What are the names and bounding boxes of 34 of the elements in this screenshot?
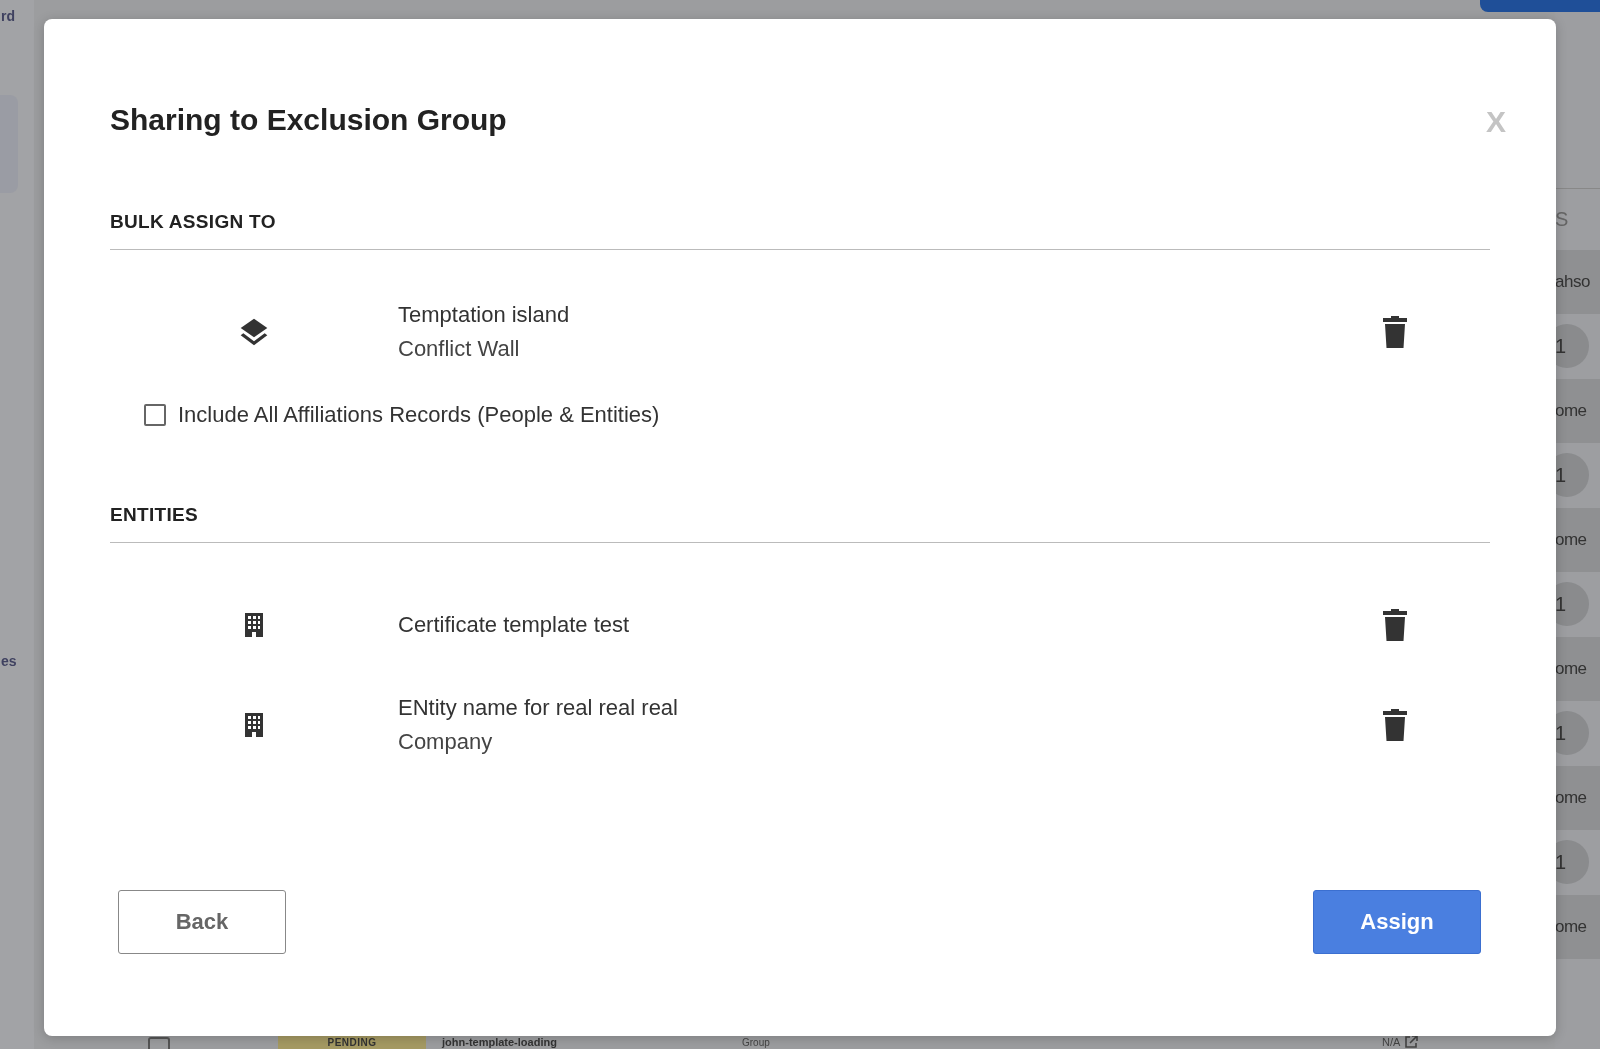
table-cell: ome [1555,637,1600,701]
table-cell: ahso [1555,250,1600,314]
item-title: ENtity name for real real real [398,695,679,721]
trash-icon [1383,609,1407,641]
trash-icon [1383,709,1407,741]
item-subtitle: Conflict Wall [398,336,521,362]
delete-button[interactable] [1383,609,1407,641]
section-heading: ENTITIES [110,504,1490,543]
checkbox-label: Include All Affiliations Records (People & Entities) [178,402,660,428]
status-badge: PENDING [278,1036,426,1049]
sidebar-label[interactable]: rd [1,8,34,24]
row-name: john-template-loading [442,1036,558,1049]
building-icon [244,713,264,737]
delete-button[interactable] [1383,709,1407,741]
item-title: Temptation island [398,302,571,328]
building-icon [244,613,264,637]
external-link-icon [1404,1036,1419,1049]
checkbox[interactable] [144,404,166,426]
table-cell: ome [1555,895,1600,959]
section-heading: BULK ASSIGN TO [110,211,1490,250]
delete-button[interactable] [1383,316,1407,348]
table-cell: ome [1555,766,1600,830]
back-button[interactable]: Back [118,890,286,954]
table-cell: ome [1555,508,1600,572]
row-link[interactable]: N/A [1382,1036,1419,1049]
sidebar-label[interactable]: es [1,653,34,669]
item-title: Certificate template test [398,612,631,638]
item-subtitle: Company [398,729,494,755]
table-cell: ome [1555,379,1600,443]
trash-icon [1383,316,1407,348]
dialog-title: Sharing to Exclusion Group [110,103,507,137]
row-type: Group [742,1037,771,1049]
layers-icon [238,316,270,348]
assign-button[interactable]: Assign [1313,890,1481,954]
